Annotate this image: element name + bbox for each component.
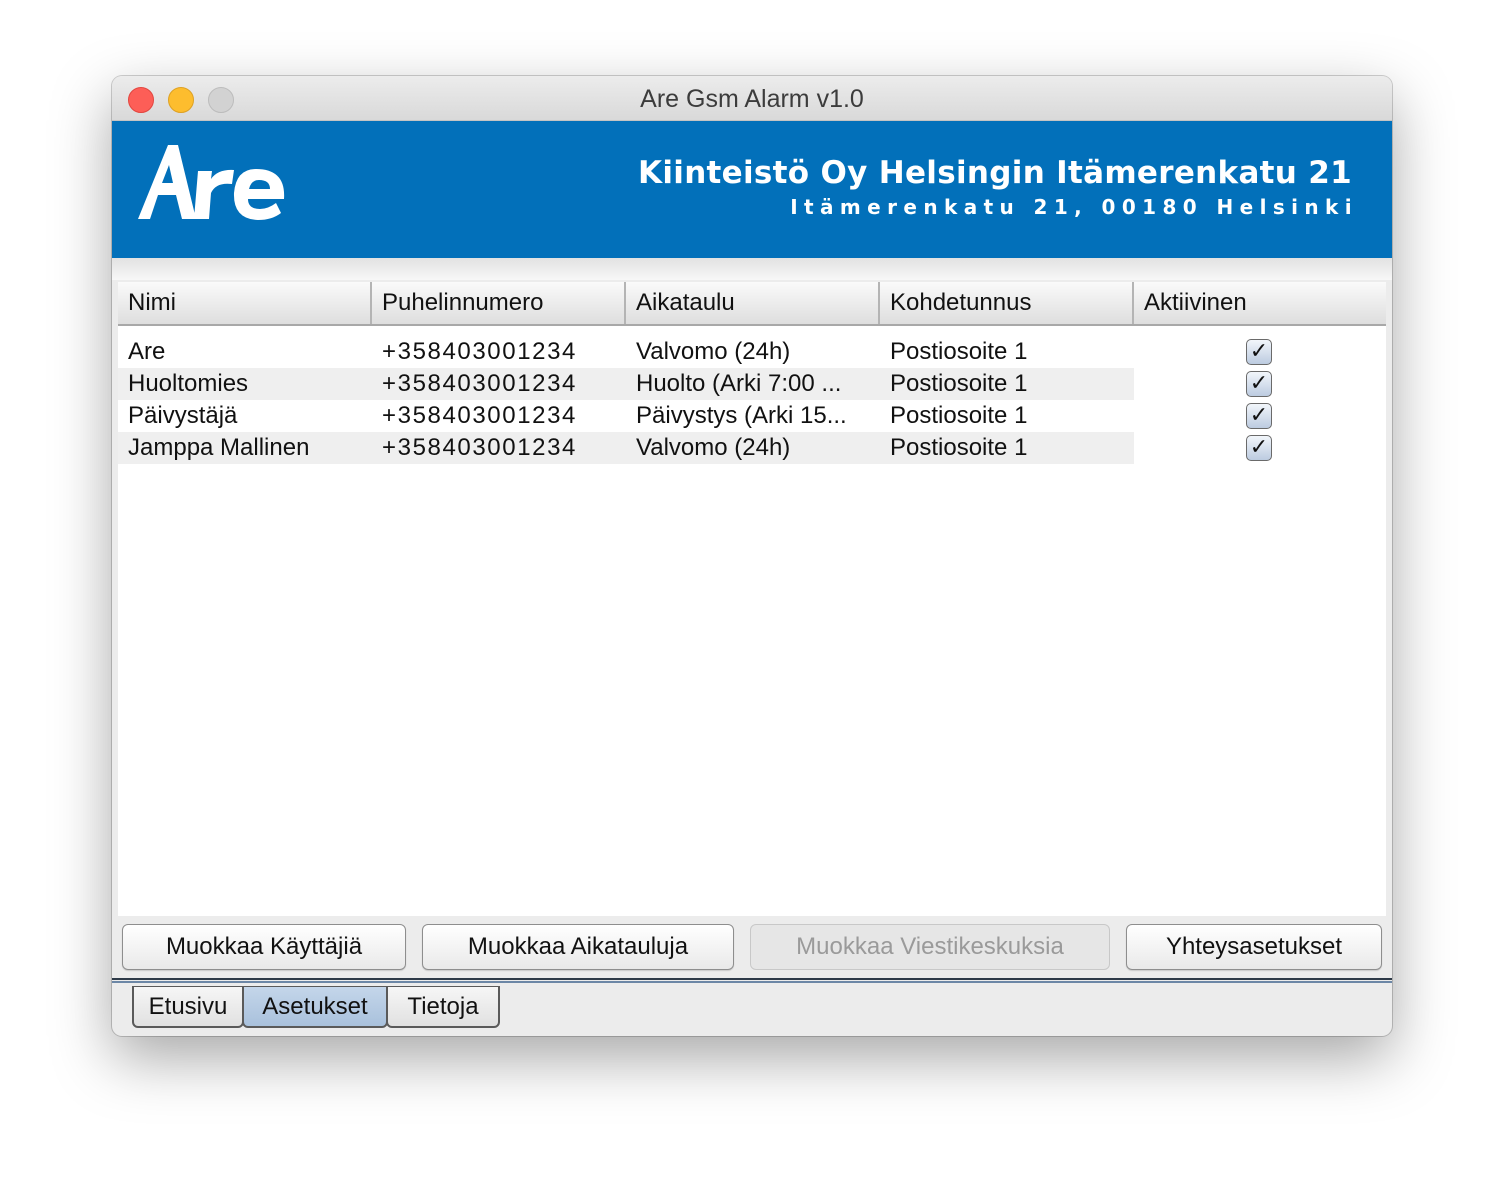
column-header-target[interactable]: Kohdetunnus	[880, 282, 1134, 324]
tab-tietoja[interactable]: Tietoja	[386, 986, 500, 1028]
active-checkbox[interactable]: ✓	[1246, 403, 1272, 429]
app-window: Are Gsm Alarm v1.0 Kiinteistö Oy Helsing…	[112, 76, 1392, 1036]
table-header: Nimi Puhelinnumero Aikataulu Kohdetunnus…	[118, 282, 1386, 326]
cell-schedule: Huolto (Arki 7:00 ...	[636, 370, 842, 397]
edit-schedules-button[interactable]: Muokkaa Aikatauluja	[422, 924, 734, 970]
window-title: Are Gsm Alarm v1.0	[640, 85, 864, 113]
tab-asetukset[interactable]: Asetukset	[242, 986, 388, 1028]
company-address: Itämerenkatu 21, 00180 Helsinki	[790, 195, 1358, 219]
column-header-active[interactable]: Aktiivinen	[1134, 282, 1386, 324]
company-info: Kiinteistö Oy Helsingin Itämerenkatu 21 …	[638, 155, 1352, 219]
active-checkbox[interactable]: ✓	[1246, 435, 1272, 461]
users-table: Nimi Puhelinnumero Aikataulu Kohdetunnus…	[118, 282, 1386, 916]
column-header-schedule[interactable]: Aikataulu	[626, 282, 880, 324]
column-header-phone[interactable]: Puhelinnumero	[372, 282, 626, 324]
active-checkbox[interactable]: ✓	[1246, 371, 1272, 397]
cell-schedule: Valvomo (24h)	[636, 434, 791, 461]
cell-name: Jamppa Mallinen	[128, 434, 310, 461]
connection-settings-button[interactable]: Yhteysasetukset	[1126, 924, 1382, 970]
company-banner: Kiinteistö Oy Helsingin Itämerenkatu 21 …	[112, 121, 1392, 258]
cell-phone: +358403001234	[382, 370, 577, 397]
cell-target: Postiosoite 1	[890, 402, 1028, 429]
cell-target: Postiosoite 1	[890, 434, 1028, 461]
table-row[interactable]: Are +358403001234 Valvomo (24h) Postioso…	[118, 336, 1386, 368]
column-header-name[interactable]: Nimi	[118, 282, 372, 324]
tab-etusivu[interactable]: Etusivu	[132, 986, 244, 1028]
cell-target: Postiosoite 1	[890, 370, 1028, 397]
cell-phone: +358403001234	[382, 338, 577, 365]
cell-phone: +358403001234	[382, 402, 577, 429]
cell-name: Are	[128, 338, 166, 365]
title-bar: Are Gsm Alarm v1.0	[112, 76, 1392, 121]
table-row[interactable]: Huoltomies +358403001234 Huolto (Arki 7:…	[118, 368, 1386, 400]
table-row[interactable]: Päivystäjä +358403001234 Päivystys (Arki…	[118, 400, 1386, 432]
company-name: Kiinteistö Oy Helsingin Itämerenkatu 21	[638, 155, 1352, 191]
tab-divider	[112, 978, 1392, 983]
cell-name: Päivystäjä	[128, 402, 238, 429]
cell-schedule: Päivystys (Arki 15...	[636, 402, 847, 429]
banner-divider	[112, 258, 1392, 280]
cell-name: Huoltomies	[128, 370, 249, 397]
table-body: Are +358403001234 Valvomo (24h) Postioso…	[118, 336, 1386, 464]
table-row[interactable]: Jamppa Mallinen +358403001234 Valvomo (2…	[118, 432, 1386, 464]
active-checkbox[interactable]: ✓	[1246, 339, 1272, 365]
edit-message-centers-button[interactable]: Muokkaa Viestikeskuksia	[750, 924, 1110, 970]
cell-target: Postiosoite 1	[890, 338, 1028, 365]
are-logo	[138, 143, 298, 228]
cell-schedule: Valvomo (24h)	[636, 338, 791, 365]
cell-phone: +358403001234	[382, 434, 577, 461]
edit-users-button[interactable]: Muokkaa Käyttäjiä	[122, 924, 406, 970]
